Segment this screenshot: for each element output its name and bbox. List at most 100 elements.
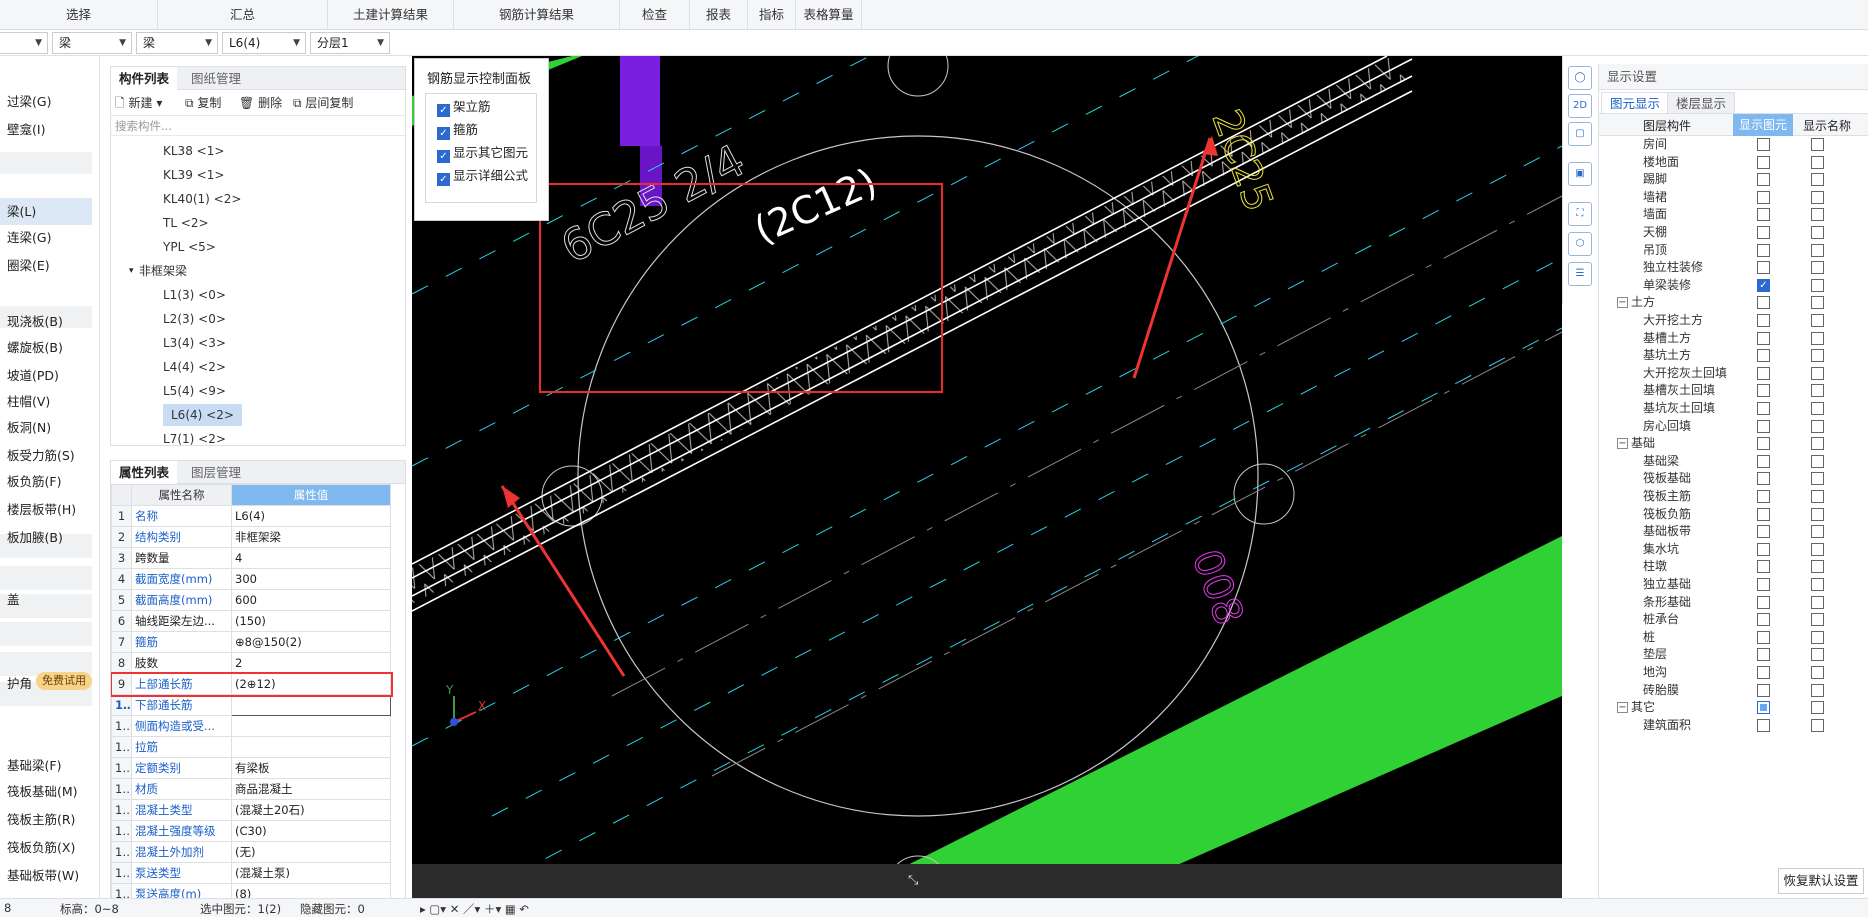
show-element-checkbox[interactable] <box>1757 243 1770 257</box>
ribbon-group[interactable]: 指标 <box>748 0 796 30</box>
fit-view-icon[interactable]: ⛶ <box>1568 202 1592 226</box>
ribbon-group[interactable]: 表格算量 <box>796 0 862 30</box>
show-name-checkbox[interactable] <box>1811 138 1824 151</box>
tree-item[interactable]: KL38 <1> <box>163 140 224 162</box>
show-element-checkbox[interactable] <box>1757 226 1770 239</box>
nav-item[interactable]: 筏板基础(M) <box>0 778 92 805</box>
restore-defaults-button[interactable]: 恢复默认设置 <box>1778 868 1864 894</box>
property-row[interactable]: 18 泵送类型 (混凝土泵) <box>111 862 391 884</box>
show-name-checkbox[interactable] <box>1811 296 1824 310</box>
show-element-checkbox[interactable] <box>1757 560 1770 574</box>
show-element-checkbox[interactable] <box>1757 402 1770 415</box>
show-name-checkbox[interactable] <box>1811 226 1824 239</box>
component-select[interactable]: L6(4) ▼ <box>222 32 306 54</box>
property-row[interactable]: 5 截面高度(mm) 600 <box>111 589 391 611</box>
nav-item[interactable]: 连梁(G) <box>0 224 92 251</box>
show-element-checkbox[interactable] <box>1757 507 1770 521</box>
show-element-checkbox[interactable] <box>1757 366 1770 380</box>
nav-item[interactable]: 螺旋板(B) <box>0 334 92 361</box>
collapse-icon[interactable]: − <box>1617 297 1628 309</box>
show-element-checkbox[interactable] <box>1757 490 1770 503</box>
nav-item[interactable]: 筏板主筋(R) <box>0 806 92 833</box>
property-value[interactable]: L6(4) <box>231 505 391 527</box>
ribbon-group[interactable]: 选择 <box>0 0 158 30</box>
show-name-checkbox[interactable] <box>1811 349 1824 363</box>
option-erection-bar[interactable]: ✓ 架立筋 <box>437 97 491 117</box>
nav-item[interactable]: 盖 <box>0 586 92 613</box>
show-element-checkbox[interactable] <box>1757 296 1770 310</box>
show-element-checkbox[interactable] <box>1757 613 1770 627</box>
drawing-viewport[interactable]: 6C25 2/4 (2C12) 2C25 008 Y X ⤡ <box>412 56 1562 898</box>
tab-layer-manager[interactable]: 图层管理 <box>183 461 249 484</box>
option-other-elements[interactable]: ✓ 显示其它图元 <box>437 143 528 163</box>
tree-item[interactable]: YPL <5> <box>163 236 216 258</box>
property-row[interactable]: 15 混凝土类型 (混凝土20石) <box>111 799 391 821</box>
property-value[interactable] <box>231 694 391 716</box>
nav-item[interactable]: 现浇板(B) <box>0 308 92 335</box>
ribbon-group[interactable]: 报表 <box>690 0 748 30</box>
cube-select-icon[interactable]: ⬡ <box>1568 232 1592 256</box>
nav-item[interactable]: 楼层板带(H) <box>0 496 92 523</box>
show-name-checkbox[interactable] <box>1811 525 1824 539</box>
property-row[interactable]: 7 箍筋 ⊕8@150(2) <box>111 631 391 653</box>
tree-item[interactable]: L4(4) <2> <box>163 356 226 378</box>
show-element-checkbox[interactable] <box>1757 648 1770 662</box>
show-name-checkbox[interactable] <box>1811 578 1824 591</box>
layer-select[interactable]: 分层1 ▼ <box>310 32 390 54</box>
nav-item[interactable]: 坡道(PD) <box>0 362 92 389</box>
list-settings-icon[interactable]: ☰ <box>1568 262 1592 286</box>
show-element-checkbox[interactable] <box>1757 155 1770 169</box>
property-value[interactable]: (无) <box>231 841 391 863</box>
tree-item[interactable]: L2(3) <0> <box>163 308 226 330</box>
nav-item[interactable]: 过梁(G) <box>0 88 92 115</box>
new-button[interactable]: 🗋 新建 ▾ <box>115 94 162 112</box>
resize-icon[interactable]: ⤡ <box>908 873 919 888</box>
property-row[interactable]: 12 拉筋 <box>111 736 391 758</box>
nav-item[interactable]: 壁龛(I) <box>0 116 92 143</box>
show-name-checkbox[interactable] <box>1811 278 1824 292</box>
show-element-checkbox[interactable] <box>1757 331 1770 345</box>
view-2d-button[interactable]: 2D <box>1568 94 1592 118</box>
nav-item[interactable]: 板洞(N) <box>0 414 92 441</box>
show-element-checkbox[interactable] <box>1757 683 1770 697</box>
show-element-checkbox[interactable] <box>1757 472 1770 486</box>
property-row[interactable]: 3 跨数量 4 <box>111 547 391 569</box>
tree-item[interactable]: L5(4) <9> <box>163 380 226 402</box>
show-element-checkbox[interactable] <box>1757 666 1770 679</box>
show-name-checkbox[interactable] <box>1811 613 1824 627</box>
property-value[interactable]: 商品混凝土 <box>231 778 391 800</box>
nav-item[interactable]: 板加腋(B) <box>0 524 92 551</box>
show-element-checkbox[interactable] <box>1757 630 1770 644</box>
show-name-checkbox[interactable] <box>1811 402 1824 415</box>
show-element-checkbox[interactable] <box>1757 701 1770 715</box>
show-element-checkbox[interactable]: ✓ <box>1757 278 1770 292</box>
nav-item[interactable]: 圈梁(E) <box>0 252 92 279</box>
collapse-icon[interactable]: − <box>1617 438 1628 450</box>
show-element-checkbox[interactable] <box>1757 454 1770 468</box>
property-value[interactable]: (2⊕12) <box>231 673 391 695</box>
property-row[interactable]: 8 肢数 2 <box>111 652 391 674</box>
tree-item[interactable]: TL <2> <box>163 212 209 234</box>
tree-item[interactable]: L3(4) <3> <box>163 332 226 354</box>
property-value[interactable]: 600 <box>231 589 391 611</box>
property-value[interactable]: (混凝土泵) <box>231 862 391 884</box>
delete-button[interactable]: 🗑 删除 <box>239 94 282 112</box>
property-value[interactable] <box>231 736 391 758</box>
property-row[interactable]: 11 侧面构造或受... <box>111 715 391 737</box>
show-name-checkbox[interactable] <box>1811 507 1824 521</box>
show-name-checkbox[interactable] <box>1811 366 1824 380</box>
tree-item[interactable]: L7(1) <2> <box>163 428 226 446</box>
orbit-icon[interactable]: ◯ <box>1568 66 1592 90</box>
show-element-checkbox[interactable] <box>1757 718 1770 732</box>
show-name-checkbox[interactable] <box>1811 718 1824 732</box>
property-value[interactable]: (混凝土20石) <box>231 799 391 821</box>
tree-group[interactable]: 非框架梁 <box>139 260 187 282</box>
ribbon-group[interactable]: 土建计算结果 <box>328 0 454 30</box>
show-element-checkbox[interactable] <box>1757 138 1770 151</box>
show-name-checkbox[interactable] <box>1811 419 1824 433</box>
property-row[interactable]: 10 下部通长筋 <box>111 694 391 716</box>
show-name-checkbox[interactable] <box>1811 666 1824 679</box>
show-name-checkbox[interactable] <box>1811 542 1824 556</box>
floor-copy-button[interactable]: ⧉ 层间复制 <box>293 94 353 112</box>
show-name-checkbox[interactable] <box>1811 472 1824 486</box>
